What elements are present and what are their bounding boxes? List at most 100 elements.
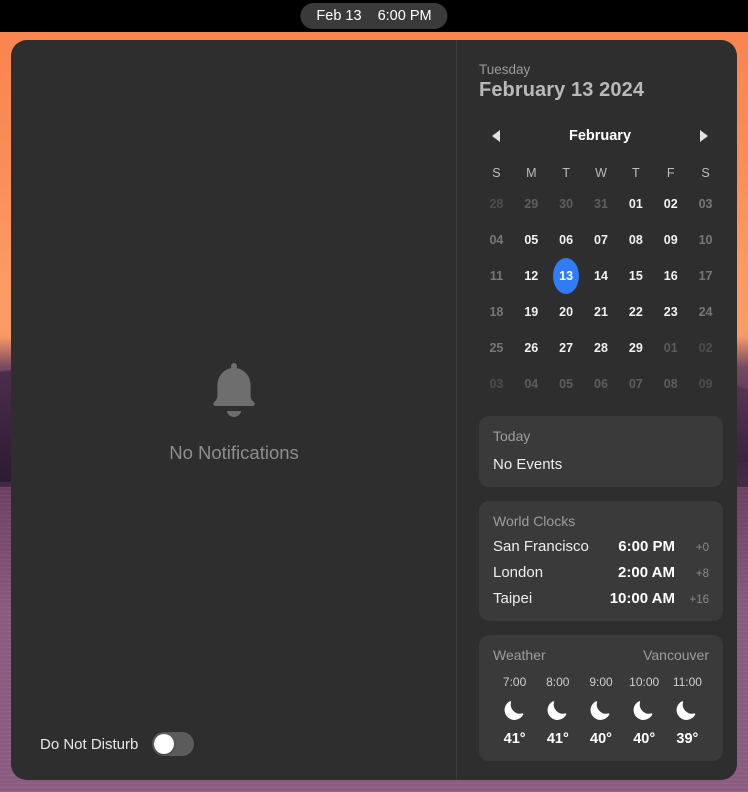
calendar-day[interactable]: 19 — [518, 294, 544, 330]
toggle-knob — [154, 734, 175, 754]
calendar-day[interactable]: 16 — [658, 258, 684, 294]
calendar-day[interactable]: 01 — [658, 330, 684, 366]
calendar-widget: Tuesday February 13 2024 February S M T W T F… — [479, 62, 723, 402]
world-clock-row: London 2:00 AM +8 — [493, 564, 709, 581]
calendar-day[interactable]: 06 — [553, 222, 579, 258]
weather-hour-temp: 40° — [590, 731, 612, 747]
calendar-day-header: W — [595, 166, 607, 180]
calendar-day[interactable]: 23 — [658, 294, 684, 330]
world-clocks-list: San Francisco 6:00 PM +0 London 2:00 AM +8 Tai… — [493, 538, 709, 607]
do-not-disturb-toggle[interactable] — [152, 732, 195, 756]
calendar-weekday: Tuesday — [479, 62, 531, 77]
calendar-day-header: M — [526, 166, 537, 180]
world-clock-time: 6:00 PM — [618, 538, 675, 555]
chevron-left-icon[interactable] — [487, 126, 505, 146]
calendar-day[interactable]: 17 — [693, 258, 719, 294]
calendar-nav: February — [479, 126, 723, 146]
menubar-time: 6:00 PM — [377, 8, 432, 24]
calendar-day[interactable]: 09 — [693, 366, 719, 402]
calendar-grid: S M T W T F S 28 29 30 31 01 02 03 04 05 06 07 08 09 10 11 12 1… — [479, 160, 723, 402]
world-clock-offset: +0 — [695, 542, 709, 554]
today-card-title: Today — [493, 428, 531, 444]
calendar-day[interactable]: 14 — [588, 258, 614, 294]
calendar-day[interactable]: 28 — [483, 186, 509, 222]
moon-icon — [630, 696, 658, 724]
calendar-month-label: February — [568, 128, 632, 144]
calendar-day[interactable]: 01 — [623, 186, 649, 222]
calendar-full-date: February 13 2024 — [479, 79, 645, 101]
weather-hour-time: 9:00 — [589, 675, 613, 689]
menubar-clock[interactable]: Feb 13 6:00 PM — [300, 3, 448, 29]
calendar-day[interactable]: 21 — [588, 294, 614, 330]
today-card-body: No Events — [493, 456, 563, 473]
weather-card[interactable]: Weather Vancouver 7:00 8:00 9:00 10:00 11:00… — [479, 635, 723, 761]
weather-location: Vancouver — [643, 647, 709, 663]
calendar-day[interactable]: 25 — [483, 330, 509, 366]
calendar-day[interactable]: 04 — [483, 222, 509, 258]
calendar-day-header: S — [701, 166, 710, 180]
world-clocks-title: World Clocks — [493, 513, 576, 529]
calendar-day-header: T — [632, 166, 640, 180]
notifications-column: No Notifications Do Not Disturb — [11, 40, 457, 780]
calendar-day[interactable]: 31 — [588, 186, 614, 222]
calendar-day[interactable]: 22 — [623, 294, 649, 330]
calendar-day[interactable]: 09 — [658, 222, 684, 258]
world-clock-time: 10:00 AM — [609, 590, 675, 607]
calendar-day[interactable]: 06 — [588, 366, 614, 402]
world-clock-city: Taipei — [493, 590, 533, 607]
calendar-day-selected[interactable]: 13 — [553, 258, 580, 294]
chevron-right-icon[interactable] — [695, 126, 713, 146]
menubar-date: Feb 13 — [316, 8, 362, 24]
desktop-root: Feb 13 6:00 PM No Notifications Do Not D… — [0, 0, 748, 792]
weather-hour-temp: 41° — [546, 731, 569, 747]
calendar-day[interactable]: 04 — [518, 366, 544, 402]
calendar-day[interactable]: 05 — [518, 222, 544, 258]
calendar-day[interactable]: 28 — [588, 330, 614, 366]
today-events-card: Today No Events — [479, 416, 723, 487]
calendar-day[interactable]: 02 — [693, 330, 719, 366]
world-clock-offset: +16 — [689, 594, 709, 606]
weather-hour-time: 8:00 — [546, 675, 570, 689]
calendar-day[interactable]: 03 — [483, 366, 509, 402]
calendar-day[interactable]: 26 — [518, 330, 544, 366]
calendar-day[interactable]: 29 — [623, 330, 649, 366]
no-notifications-placeholder: No Notifications — [11, 360, 457, 464]
do-not-disturb-row: Do Not Disturb — [40, 732, 195, 756]
calendar-day[interactable]: 03 — [693, 186, 719, 222]
widgets-column: Tuesday February 13 2024 February S M T W T F… — [457, 40, 737, 780]
calendar-day[interactable]: 02 — [658, 186, 684, 222]
calendar-day[interactable]: 08 — [658, 366, 684, 402]
calendar-day[interactable]: 29 — [518, 186, 544, 222]
weather-title: Weather — [493, 647, 546, 663]
calendar-day[interactable]: 07 — [623, 366, 649, 402]
calendar-day[interactable]: 24 — [693, 294, 719, 330]
calendar-day[interactable]: 30 — [553, 186, 579, 222]
weather-header: Weather Vancouver — [493, 647, 709, 663]
menu-bar: Feb 13 6:00 PM — [0, 0, 748, 32]
weather-hour-time: 10:00 — [629, 675, 660, 689]
weather-hour-time: 11:00 — [672, 675, 702, 689]
calendar-day-header: F — [666, 166, 675, 180]
moon-icon — [501, 696, 529, 724]
no-notifications-label: No Notifications — [169, 442, 299, 463]
world-clock-city: San Francisco — [493, 538, 589, 555]
bell-icon — [206, 360, 262, 420]
world-clock-city: London — [493, 564, 544, 581]
weather-hour-temp: 41° — [503, 731, 526, 747]
calendar-day[interactable]: 18 — [483, 294, 509, 330]
world-clock-row: San Francisco 6:00 PM +0 — [493, 538, 709, 555]
calendar-day[interactable]: 11 — [483, 258, 509, 294]
world-clocks-card[interactable]: World Clocks San Francisco 6:00 PM +0 Londo… — [479, 501, 723, 621]
calendar-day[interactable]: 12 — [518, 258, 544, 294]
calendar-day[interactable]: 05 — [553, 366, 579, 402]
calendar-day-header: S — [492, 166, 501, 180]
weather-hour-time: 7:00 — [502, 675, 527, 689]
calendar-day[interactable]: 27 — [553, 330, 579, 366]
calendar-day[interactable]: 07 — [588, 222, 614, 258]
calendar-day[interactable]: 08 — [623, 222, 649, 258]
moon-icon — [587, 696, 615, 724]
calendar-day[interactable]: 20 — [553, 294, 579, 330]
calendar-day[interactable]: 15 — [623, 258, 649, 294]
moon-icon — [673, 696, 701, 724]
calendar-day[interactable]: 10 — [693, 222, 719, 258]
